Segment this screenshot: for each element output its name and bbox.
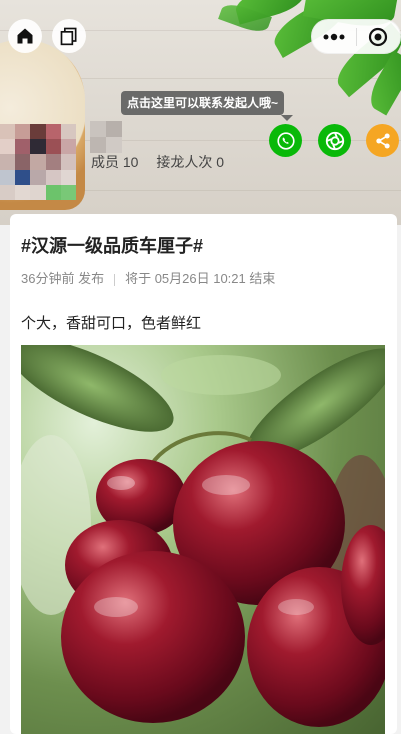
group-stats: 成员 10 接龙人次 0 [91, 152, 238, 172]
members-count: 成员 10 [91, 154, 139, 170]
publish-time: 36分钟前 发布 [21, 271, 105, 286]
copy-button[interactable] [52, 19, 86, 53]
target-close-icon [369, 27, 388, 46]
mini-program-capsule [311, 19, 401, 54]
avatar[interactable] [0, 124, 76, 200]
home-icon [17, 28, 33, 44]
call-button[interactable] [269, 124, 302, 157]
post-card: #汉源一级品质车厘子# 36分钟前 发布 将于 05月26日 10:21 结束 个… [10, 214, 397, 734]
cherry-photo[interactable] [21, 345, 385, 734]
jielong-count: 接龙人次 0 [156, 154, 225, 170]
user-name-blurred [90, 121, 122, 153]
share-button[interactable] [366, 124, 399, 157]
more-button[interactable] [312, 20, 356, 53]
cherry-illustration [21, 345, 385, 727]
end-time: 将于 05月26日 10:21 结束 [125, 271, 276, 286]
post-description: 个大，香甜可口，色者鲜红 [21, 315, 202, 332]
share-icon [375, 133, 390, 148]
copy-icon [60, 27, 77, 46]
home-button[interactable] [8, 19, 42, 53]
post-meta: 36分钟前 发布 将于 05月26日 10:21 结束 [21, 268, 275, 287]
phone-icon [276, 131, 295, 150]
contact-tooltip: 点击这里可以联系发起人哦~ [121, 91, 294, 121]
camera-shutter-icon [325, 131, 344, 150]
more-dots-icon [323, 33, 345, 40]
post-title: #汉源一级品质车厘子# [21, 236, 204, 256]
close-button[interactable] [357, 20, 401, 53]
moments-button[interactable] [318, 124, 351, 157]
